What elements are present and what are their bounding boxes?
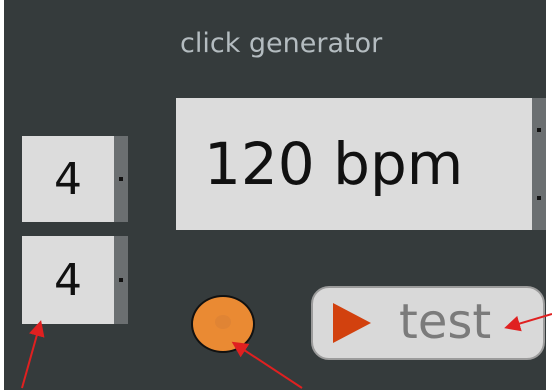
time-signature-numerator-spinbox[interactable]: 4 xyxy=(22,136,128,222)
tempo-value: 120 bpm xyxy=(204,130,464,198)
chevron-down-icon xyxy=(537,196,541,200)
tempo-spin-arrows[interactable] xyxy=(532,98,546,230)
chevron-up-icon xyxy=(537,128,541,132)
test-button-label: test xyxy=(399,294,492,350)
numerator-spin-arrows[interactable] xyxy=(114,136,128,222)
panel-title: click generator xyxy=(180,28,383,59)
chevron-down-icon xyxy=(119,177,123,181)
beat-indicator-led xyxy=(191,295,255,353)
test-button[interactable]: test xyxy=(311,286,545,360)
tempo-spinbox[interactable]: 120 bpm xyxy=(176,98,546,230)
click-generator-panel: click generator 4 4 120 bpm test xyxy=(4,0,546,390)
play-icon xyxy=(333,303,371,343)
chevron-down-icon xyxy=(119,278,123,282)
led-highlight xyxy=(215,315,231,329)
numerator-value: 4 xyxy=(54,153,82,205)
denominator-spin-arrows[interactable] xyxy=(114,236,128,324)
time-signature-denominator-spinbox[interactable]: 4 xyxy=(22,236,128,324)
denominator-value: 4 xyxy=(54,254,82,306)
